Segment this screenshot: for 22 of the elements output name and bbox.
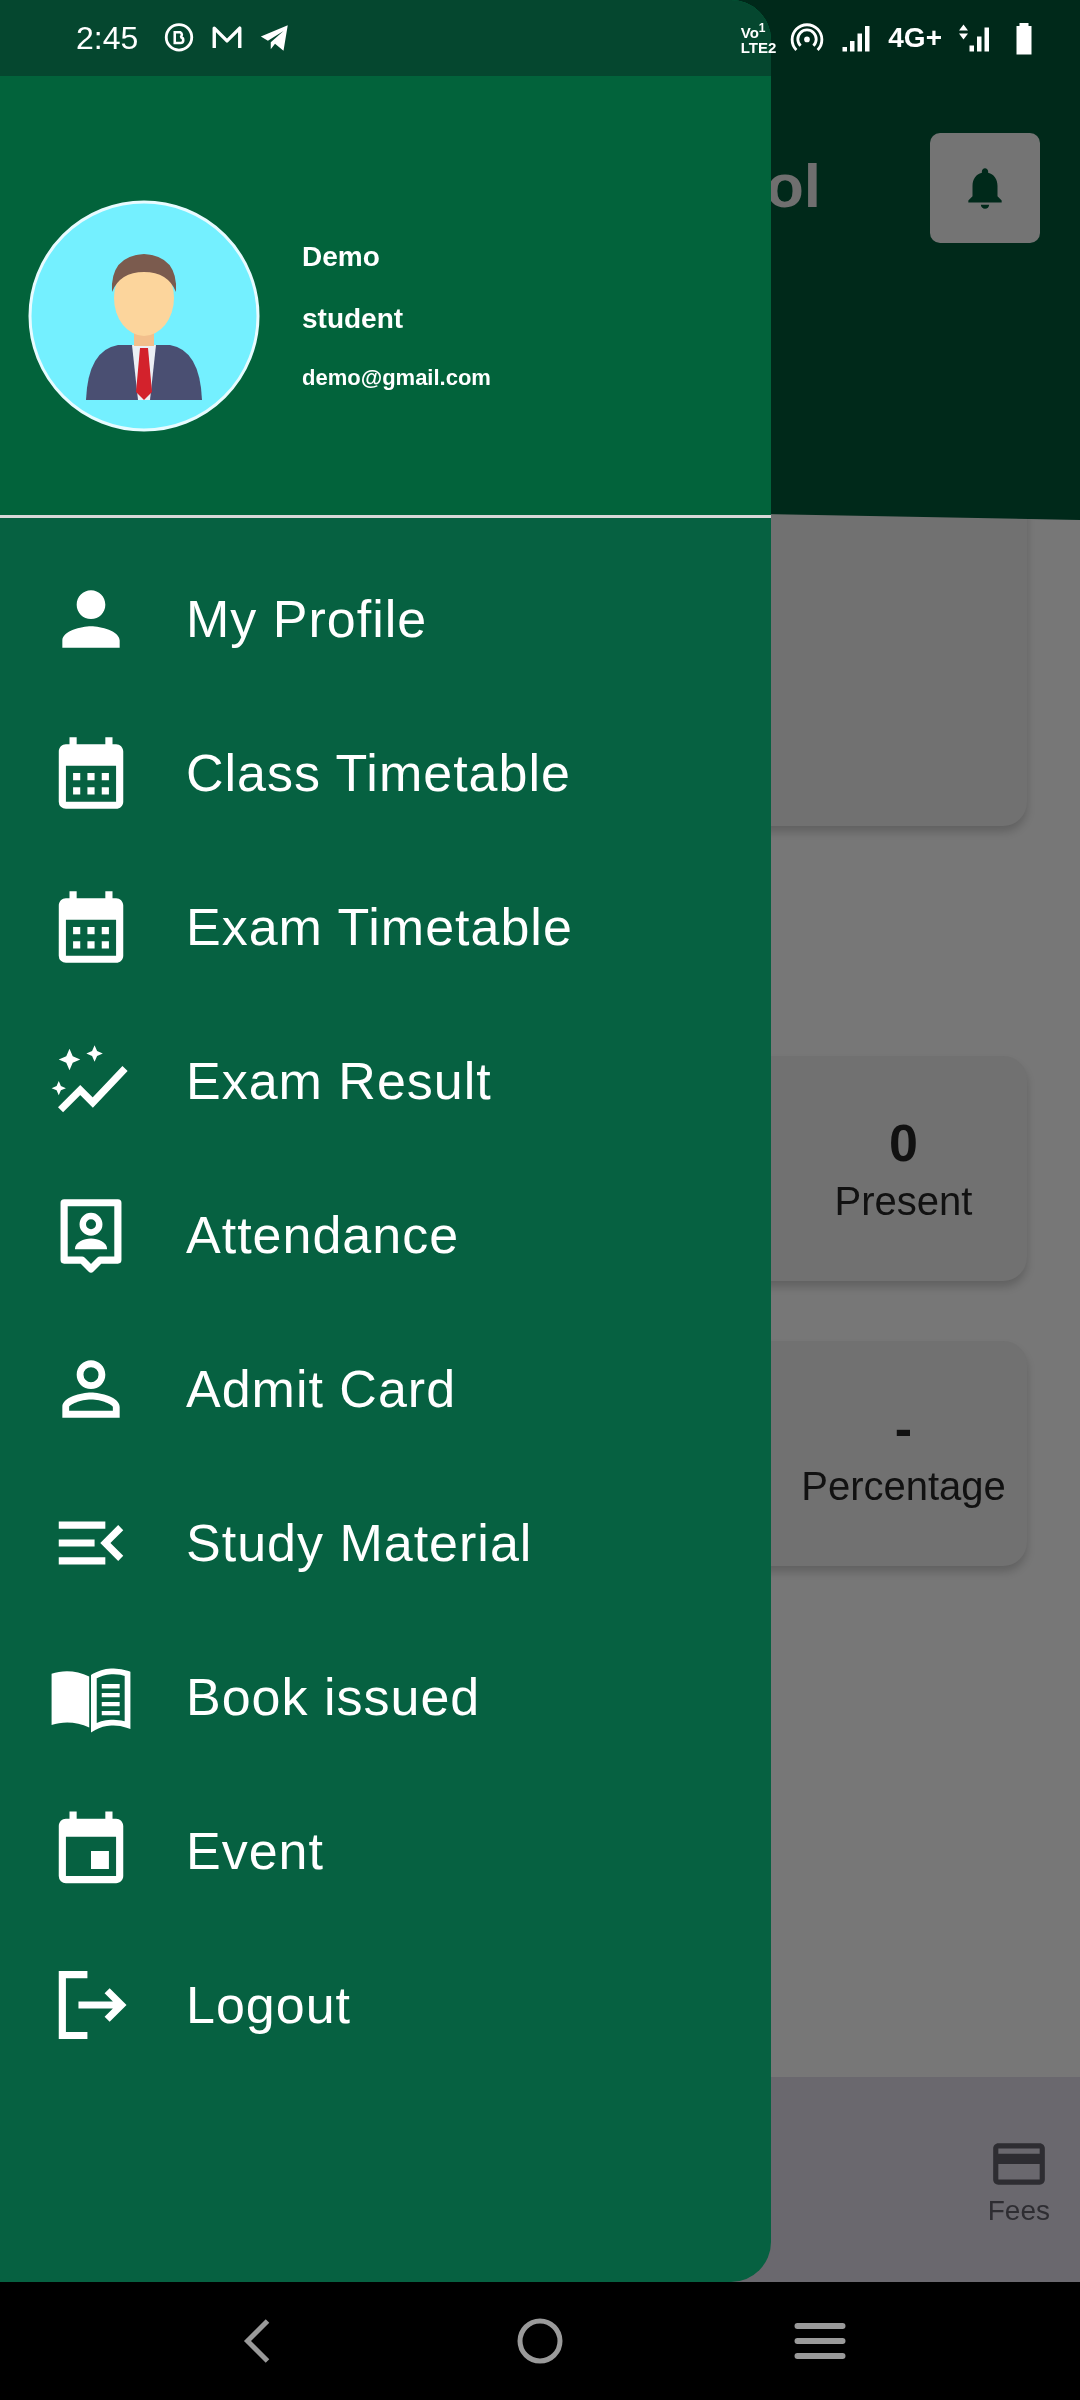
- menu-item[interactable]: Exam Result: [0, 1004, 771, 1158]
- menu-item[interactable]: My Profile: [0, 542, 771, 696]
- menu-item[interactable]: Exam Timetable: [0, 850, 771, 1004]
- menu-item[interactable]: Class Timetable: [0, 696, 771, 850]
- menu-item[interactable]: Attendance: [0, 1158, 771, 1312]
- menu-item[interactable]: Study Material: [0, 1466, 771, 1620]
- stat-label: Present: [834, 1179, 973, 1224]
- volte-indicator: Vo$^{1}$ LTE2: [740, 21, 777, 55]
- user-role: student: [302, 302, 405, 335]
- app-title: ol: [766, 150, 822, 221]
- network-type: 4G+: [888, 22, 942, 54]
- menu-item[interactable]: Logout: [0, 1928, 771, 2082]
- menu-item[interactable]: Event: [0, 1774, 771, 1928]
- stat-value: 0: [889, 1113, 918, 1173]
- clock: 2:45: [76, 19, 139, 57]
- menu-item[interactable]: Admit Card: [0, 1312, 771, 1466]
- user-email: demo@gmail.com: [302, 364, 491, 391]
- stat-label: Percentage: [801, 1464, 1006, 1509]
- stat-value: -: [894, 1398, 913, 1458]
- user-name: Demo: [302, 240, 381, 273]
- notification-button[interactable]: [930, 133, 1040, 243]
- menu-item[interactable]: Book issued: [0, 1620, 771, 1774]
